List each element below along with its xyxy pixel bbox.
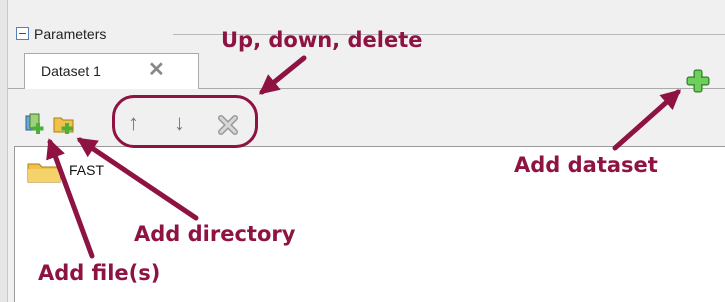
arrow-add-files <box>46 138 95 259</box>
parameters-panel: Parameters Dataset 1 ✕ ↑ ↓ FAST Up, down… <box>0 0 725 302</box>
arrow-add-directory <box>76 137 199 221</box>
arrow-up-down-delete <box>258 55 307 95</box>
annotation-arrows <box>46 55 681 259</box>
arrow-add-dataset <box>612 89 681 151</box>
